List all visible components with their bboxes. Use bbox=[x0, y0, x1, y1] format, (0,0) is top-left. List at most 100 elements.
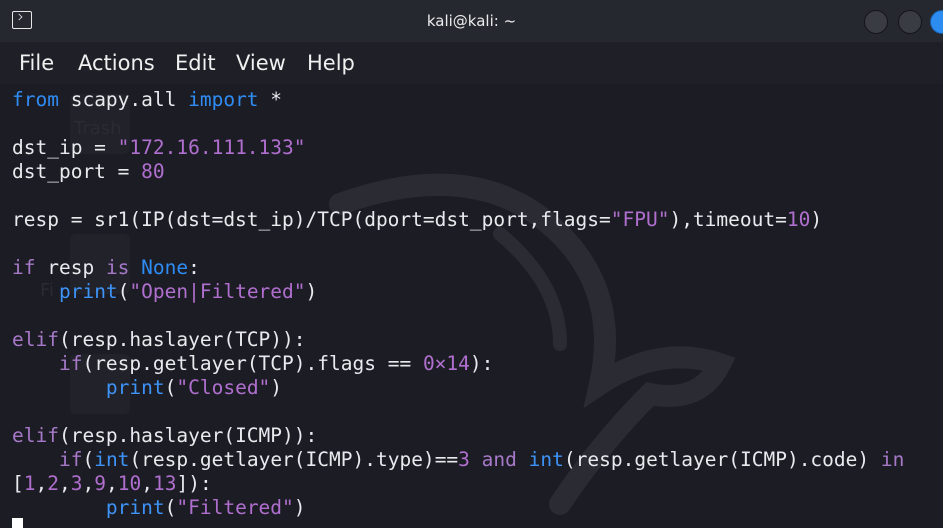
code-token: in bbox=[880, 448, 905, 471]
code-line: dst_ip = "172.16.111.133" bbox=[12, 136, 904, 160]
code-token: , bbox=[106, 472, 118, 495]
code-token: ( bbox=[164, 496, 177, 519]
code-token: : bbox=[188, 256, 200, 279]
menu-view[interactable]: View bbox=[236, 51, 286, 75]
code-token: if bbox=[58, 448, 83, 471]
menu-help[interactable]: Help bbox=[307, 51, 355, 75]
code-line: print("Open|Filtered") bbox=[12, 280, 904, 304]
code-token: None bbox=[141, 256, 189, 279]
code-line: print("Closed") bbox=[12, 376, 904, 400]
code-token: 0×14 bbox=[422, 352, 470, 375]
code-token: scapy.all bbox=[58, 88, 189, 111]
code-token: ) bbox=[270, 376, 283, 399]
code-token: elif bbox=[12, 328, 59, 351]
code-token: int bbox=[528, 448, 564, 471]
code-token: ( bbox=[164, 376, 177, 399]
code-token: elif bbox=[12, 424, 59, 447]
code-token: print bbox=[105, 496, 165, 519]
code-token: int bbox=[94, 448, 130, 471]
menu-actions[interactable]: Actions bbox=[78, 51, 155, 75]
code-token: , bbox=[35, 472, 48, 495]
code-token: [ bbox=[12, 472, 24, 495]
code-token: 80 bbox=[141, 160, 165, 183]
code-token: dst_port = bbox=[12, 160, 142, 183]
code-token: "172.16.111.133" bbox=[117, 136, 306, 159]
code-line: dst_port = 80 bbox=[12, 160, 904, 184]
code-token: import bbox=[188, 88, 259, 111]
maximize-button[interactable] bbox=[898, 10, 922, 34]
code-token: (resp.haslayer(TCP)): bbox=[58, 328, 306, 351]
code-token: ): bbox=[469, 352, 494, 375]
menu-file[interactable]: File bbox=[19, 51, 54, 75]
code-token: , bbox=[59, 472, 71, 495]
code-token: (resp.getlayer(ICMP).type) bbox=[129, 448, 435, 471]
menu-bar: File Actions Edit View Help bbox=[0, 42, 943, 84]
code-line: from scapy.all import * bbox=[12, 88, 904, 112]
code-token: resp bbox=[35, 256, 106, 279]
code-line: if resp is None: bbox=[12, 256, 904, 280]
code-token: 10 bbox=[786, 208, 811, 231]
code-token: ( bbox=[82, 448, 95, 471]
text-cursor bbox=[12, 518, 23, 528]
window-title: kali@kali: ~ bbox=[426, 12, 517, 30]
code-token: (resp.haslayer(ICMP)): bbox=[58, 424, 318, 447]
code-token: 3 bbox=[70, 472, 83, 495]
code-token: and bbox=[481, 448, 517, 471]
code-token: ) bbox=[293, 496, 306, 519]
code-line: print("Filtered") bbox=[12, 496, 904, 520]
code-line: elif(resp.haslayer(TCP)): bbox=[12, 328, 904, 352]
code-token: if bbox=[58, 352, 83, 375]
code-token: print bbox=[105, 376, 165, 399]
code-token: ( bbox=[117, 280, 130, 303]
code-token: from bbox=[12, 88, 59, 111]
code-token: 10 bbox=[117, 472, 142, 495]
code-editor[interactable]: from scapy.all import * dst_ip = "172.16… bbox=[12, 88, 904, 520]
code-token: "Filtered" bbox=[176, 496, 294, 519]
code-token: 2 bbox=[47, 472, 59, 495]
code-token: "Closed" bbox=[176, 376, 271, 399]
code-token: if bbox=[12, 256, 36, 279]
title-bar: kali@kali: ~ bbox=[0, 0, 943, 42]
code-token: ]): bbox=[176, 472, 212, 495]
code-line: if(resp.getlayer(TCP).flags == 0×14): bbox=[12, 352, 904, 376]
code-token: "Open|Filtered" bbox=[129, 280, 306, 303]
code-token: (resp.getlayer(TCP).flags bbox=[82, 352, 388, 375]
menu-edit[interactable]: Edit bbox=[175, 51, 216, 75]
code-token: , bbox=[82, 472, 95, 495]
close-button[interactable] bbox=[930, 10, 943, 34]
code-token: 13 bbox=[152, 472, 177, 495]
code-token: dst_ip = bbox=[12, 136, 118, 159]
code-token: ) bbox=[810, 208, 823, 231]
code-token: resp = sr1(IP(dst=dst_ip)/TCP(dport=dst_… bbox=[12, 208, 611, 231]
code-token: == bbox=[387, 352, 412, 375]
terminal-area[interactable]: Trash Fi from scapy.all import * dst_ip … bbox=[0, 84, 943, 528]
code-line: elif(resp.haslayer(ICMP)): bbox=[12, 424, 904, 448]
code-token: 9 bbox=[94, 472, 106, 495]
code-token: is bbox=[105, 256, 130, 279]
code-token: (resp.getlayer(ICMP).code) bbox=[563, 448, 881, 471]
code-token: , bbox=[141, 472, 153, 495]
code-line: [1,2,3,9,10,13]): bbox=[12, 472, 904, 496]
code-token: * bbox=[258, 88, 283, 111]
code-token: ) bbox=[305, 280, 318, 303]
minimize-button[interactable] bbox=[864, 10, 888, 34]
code-token: print bbox=[58, 280, 118, 303]
code-token: "FPU" bbox=[610, 208, 670, 231]
code-token: 3 bbox=[458, 448, 470, 471]
code-line: if(int(resp.getlayer(ICMP).type)==3 and … bbox=[12, 448, 904, 472]
code-token: ),timeout= bbox=[669, 208, 787, 231]
code-token: 1 bbox=[23, 472, 36, 495]
code-line: resp = sr1(IP(dst=dst_ip)/TCP(dport=dst_… bbox=[12, 208, 904, 232]
